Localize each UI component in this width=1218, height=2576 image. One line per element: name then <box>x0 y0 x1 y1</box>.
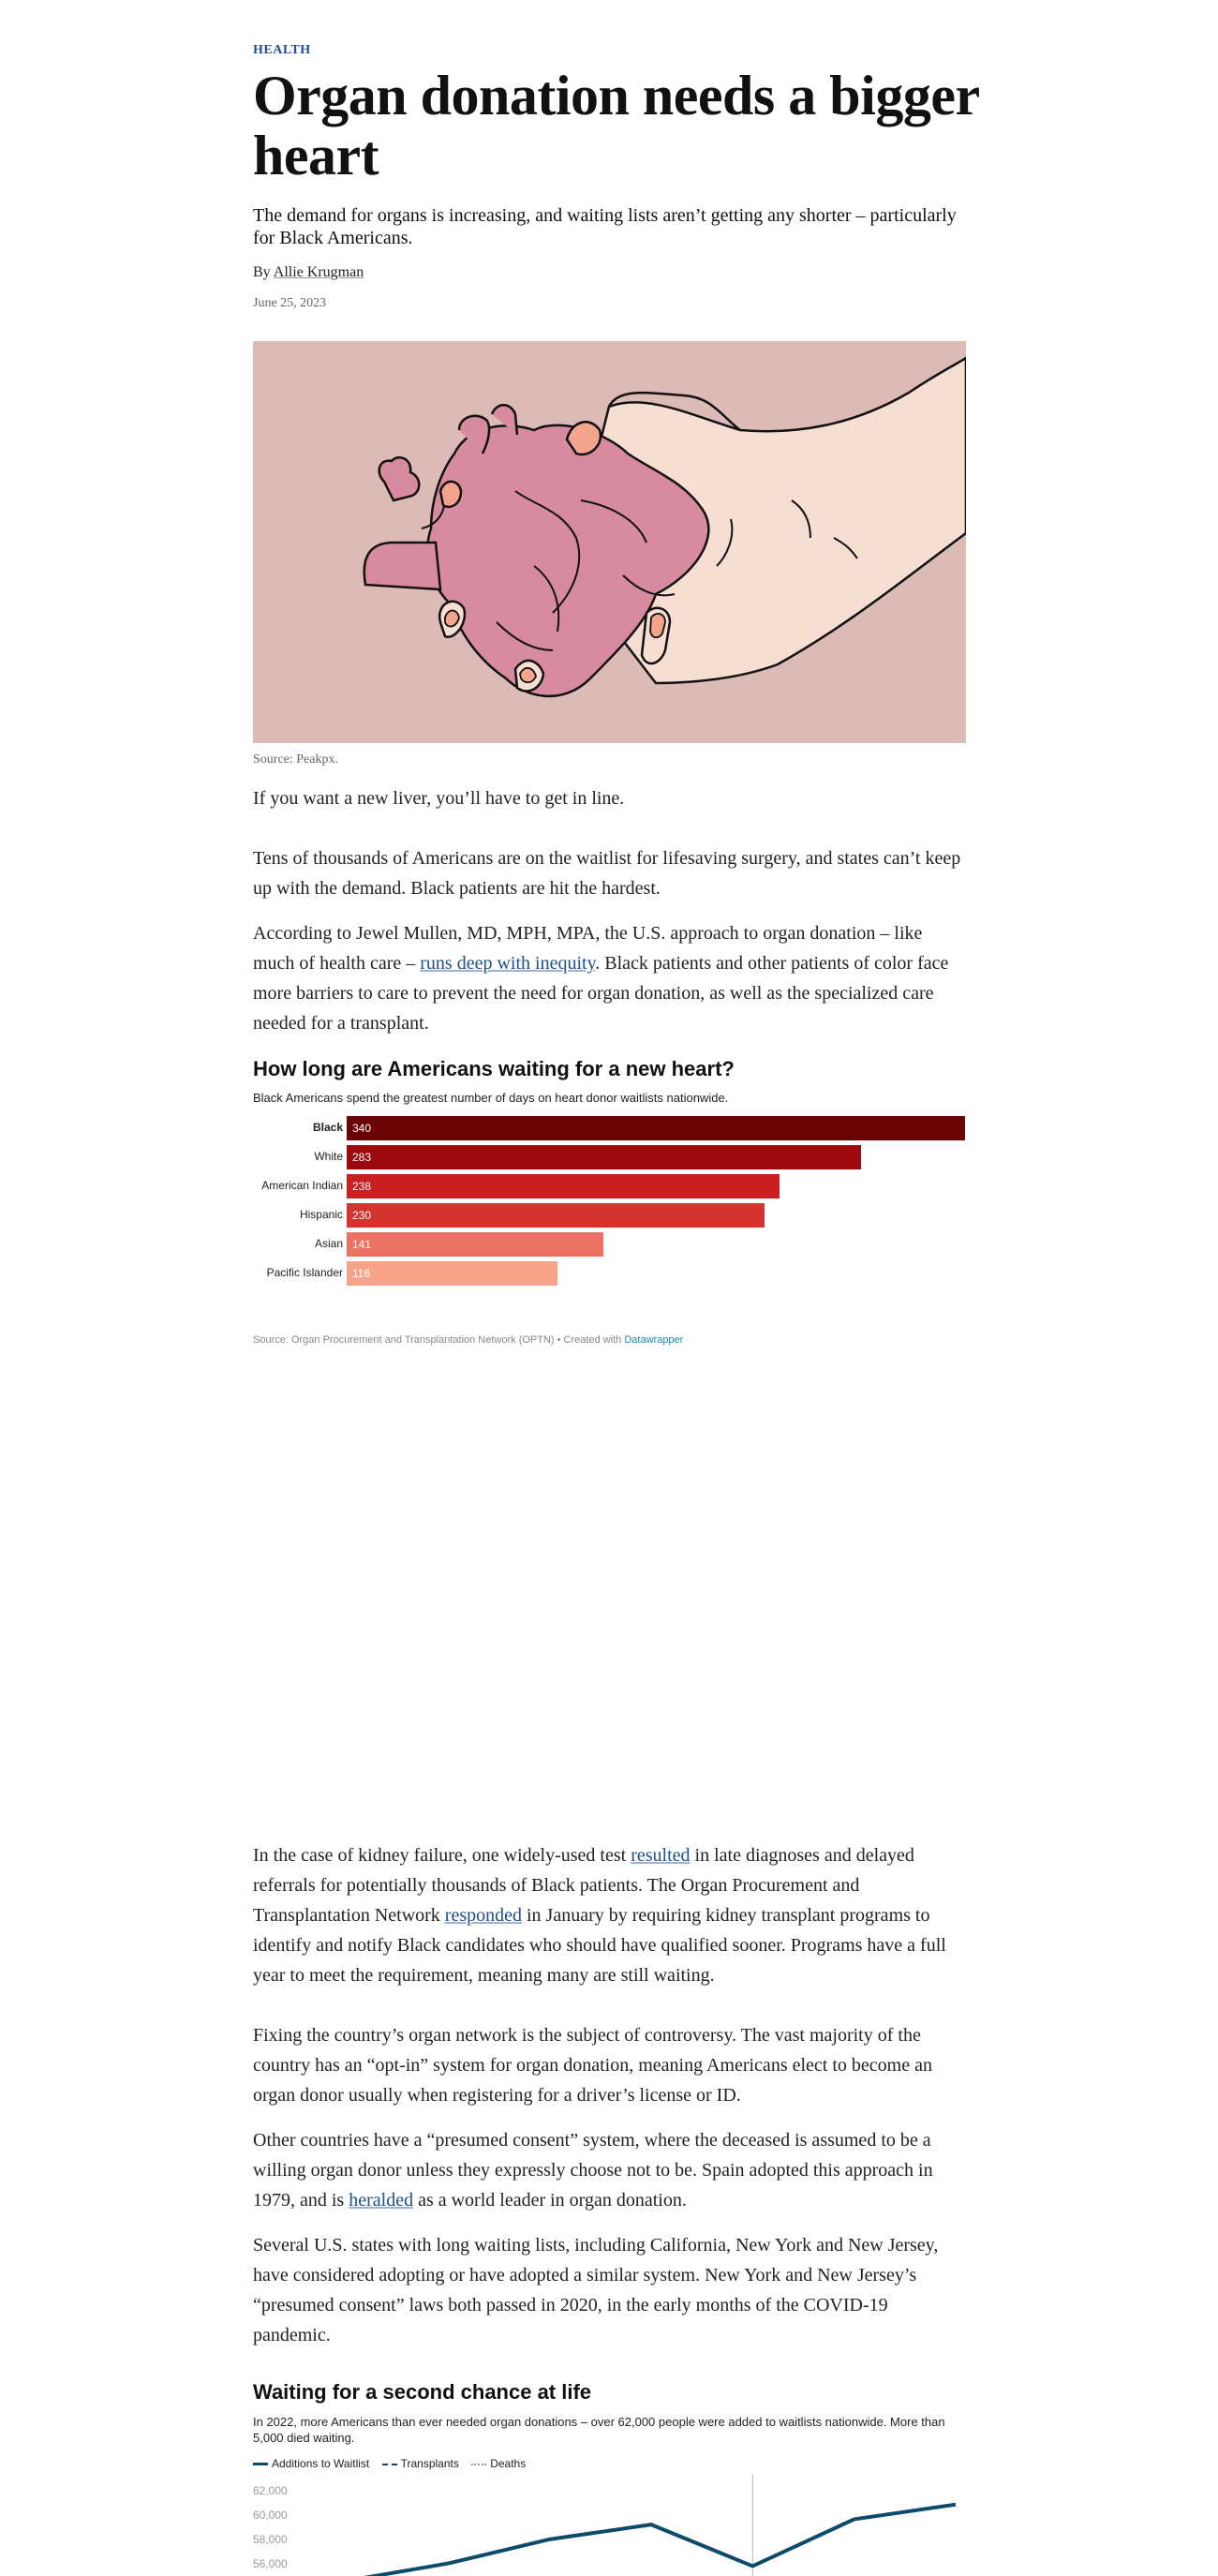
legend-transplants: Transplants <box>381 2457 459 2470</box>
paragraph-6-text-b: as a world leader in organ donation. <box>413 2190 687 2211</box>
bar-category-label: American Indian <box>261 1179 343 1192</box>
paragraph-5: Fixing the country’s organ network is th… <box>253 2025 932 2106</box>
bar-category-label: Black <box>312 1121 343 1134</box>
legend-additions-label: Additions to Waitlist <box>272 2457 370 2470</box>
heart-in-hand-illustration <box>363 356 966 698</box>
ytick-label: 56,000 <box>253 2557 288 2570</box>
legend-deaths: Deaths <box>471 2457 526 2470</box>
bar-row: Black 340 <box>253 1116 966 1140</box>
bar-category-label: Asian <box>314 1237 343 1250</box>
bar: 116 <box>347 1261 558 1286</box>
image-caption: Source: Peakpx. <box>253 752 338 767</box>
ytick-label: 62,000 <box>253 2484 288 2497</box>
bar-row: Pacific Islander 116 <box>253 1261 966 1286</box>
bar-value-label: 141 <box>352 1238 372 1251</box>
ytick-label: 58,000 <box>253 2533 288 2546</box>
heralded-link[interactable]: heralded <box>349 2190 413 2211</box>
chart1-source-text: Source: Organ Procurement and Transplant… <box>253 1334 625 1346</box>
legend-additions: Additions to Waitlist <box>253 2457 369 2470</box>
paragraph-4-text-a: In the case of kidney failure, one widel… <box>253 1845 631 1866</box>
hero-illustration <box>253 341 966 743</box>
paragraph-7: Several U.S. states with long waiting li… <box>253 2235 939 2345</box>
legend-transplants-swatch <box>381 2463 397 2465</box>
additions-series-line <box>364 2502 957 2576</box>
bar: 230 <box>347 1203 765 1228</box>
bar-value-label: 230 <box>352 1209 372 1222</box>
author-link[interactable]: Allie Krugman <box>274 264 364 280</box>
chart2-legend: Additions to Waitlist Transplants Deaths <box>253 2457 535 2470</box>
bar-row: Asian 141 <box>253 1232 966 1257</box>
byline-prefix: By <box>253 264 271 280</box>
byline: By Allie Krugman <box>253 264 364 281</box>
bar: 283 <box>347 1145 862 1169</box>
paragraph-3: According to Jewel Mullen, MD, MPH, MPA,… <box>253 918 965 1038</box>
bar-value-label: 238 <box>352 1180 372 1193</box>
bar: 141 <box>347 1232 603 1257</box>
bar-row: White 283 <box>253 1145 966 1169</box>
bar-value-label: 340 <box>352 1122 372 1135</box>
bar: 340 <box>347 1116 965 1140</box>
bar-row: Hispanic 230 <box>253 1203 966 1228</box>
legend-deaths-label: Deaths <box>490 2457 527 2470</box>
inequity-link[interactable]: runs deep with inequity <box>420 953 595 974</box>
waitlist-line-chart <box>364 2474 957 2576</box>
page-title: Organ donation needs a bigger heart <box>253 65 979 186</box>
bar-category-label: White <box>314 1150 343 1163</box>
bar: 238 <box>347 1174 780 1199</box>
paragraph-2: Tens of thousands of Americans are on th… <box>253 848 961 899</box>
bar-row: American Indian 238 <box>253 1174 966 1199</box>
chart1-source: Source: Organ Procurement and Transplant… <box>253 1334 683 1346</box>
publish-date: June 25, 2023 <box>253 296 327 310</box>
section-kicker[interactable]: HEALTH <box>253 43 311 58</box>
chart2-subtitle: In 2022, more Americans than ever needed… <box>253 2415 945 2445</box>
chart1-subtitle: Black Americans spend the greatest numbe… <box>253 1091 729 1105</box>
legend-additions-swatch <box>253 2463 268 2466</box>
ytick-label: 60,000 <box>253 2509 288 2522</box>
datawrapper-link[interactable]: Datawrapper <box>624 1334 683 1346</box>
paragraph-4: In the case of kidney failure, one widel… <box>253 1840 965 1990</box>
article-dek: The demand for organs is increasing, and… <box>253 205 957 248</box>
bar-value-label: 283 <box>352 1151 372 1164</box>
resulted-link[interactable]: resulted <box>631 1845 690 1866</box>
bar-category-label: Pacific Islander <box>266 1266 343 1279</box>
bar-value-label: 116 <box>352 1267 371 1280</box>
chart2-title: Waiting for a second chance at life <box>253 2380 592 2404</box>
bar-category-label: Hispanic <box>299 1208 343 1221</box>
legend-deaths-swatch <box>471 2463 487 2465</box>
paragraph-6: Other countries have a “presumed consent… <box>253 2125 965 2215</box>
paragraph-1: If you want a new liver, you’ll have to … <box>253 788 625 809</box>
responded-link[interactable]: responded <box>445 1905 522 1926</box>
chart1-title: How long are Americans waiting for a new… <box>253 1057 735 1080</box>
legend-transplants-label: Transplants <box>400 2457 459 2470</box>
